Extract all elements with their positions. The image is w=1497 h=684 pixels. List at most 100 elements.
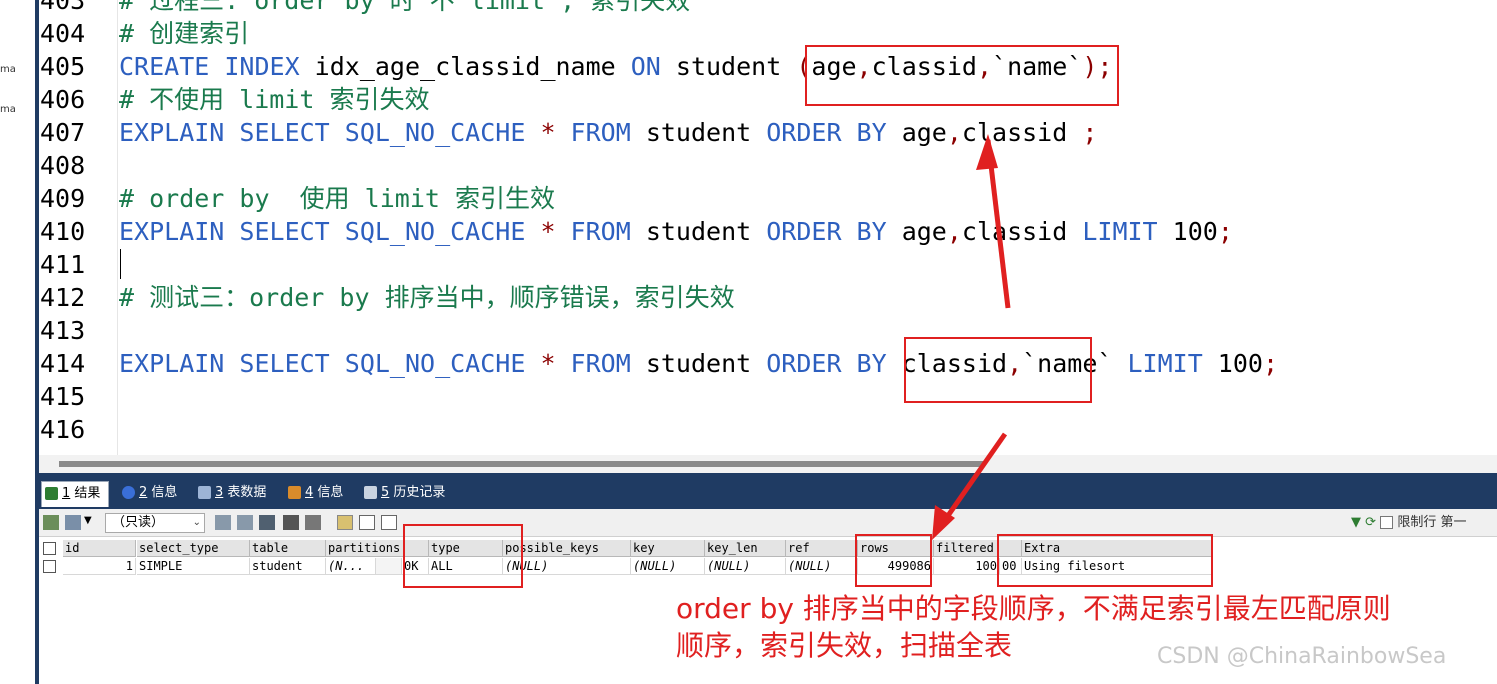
info-chart-icon <box>288 486 301 499</box>
code-token: age <box>901 118 947 147</box>
column-header[interactable]: select_type <box>137 540 250 557</box>
table-cell[interactable]: SIMPLE <box>137 558 250 575</box>
tab-info-2[interactable]: 4 信息 <box>285 481 343 507</box>
table-cell[interactable]: (NULL) <box>631 558 705 575</box>
tab-label: 信息 <box>151 485 178 500</box>
line-number: 408 <box>40 151 86 180</box>
code-text: # 测试三：order by 排序当中，顺序错误，索引失效 <box>119 281 735 314</box>
chevron-down-icon: ⌄ <box>192 517 201 528</box>
code-text: # 过程三: order by 时 不 limit , 索引失效 <box>119 0 690 17</box>
save-icon[interactable] <box>259 515 275 530</box>
tab-history[interactable]: 5 历史记录 <box>361 481 445 507</box>
form-view-icon[interactable] <box>359 515 375 530</box>
code-line[interactable]: 415 <box>39 380 1497 413</box>
add-row-icon[interactable] <box>215 515 231 530</box>
code-line[interactable]: 416 <box>39 413 1497 446</box>
tab-label: 表数据 <box>227 485 267 500</box>
line-number: 404 <box>40 19 86 48</box>
row-checkbox[interactable] <box>43 560 56 573</box>
select-all-checkbox[interactable] <box>43 542 56 555</box>
horizontal-scrollbar[interactable] <box>39 455 1497 473</box>
tab-number: 5 <box>381 485 390 500</box>
code-line[interactable]: 407 EXPLAIN SELECT SQL_NO_CACHE * FROM st… <box>39 116 1497 149</box>
code-text: # 不使用 limit 索引失效 <box>119 83 429 116</box>
code-token: classid <box>961 118 1083 147</box>
code-token: student <box>645 217 767 246</box>
column-header[interactable]: key <box>631 540 705 557</box>
copy-icon[interactable] <box>65 515 81 530</box>
tab-results[interactable]: 1 结果 <box>41 481 110 507</box>
column-header[interactable]: table <box>250 540 326 557</box>
code-line[interactable]: 411 <box>39 248 1497 281</box>
code-text: EXPLAIN SELECT SQL_NO_CACHE * FROM stude… <box>119 215 1233 248</box>
grid-view-icon[interactable] <box>337 515 353 530</box>
result-toolbar: ▼ （只读） ⌄ ▼ ⟳ 限制行 第一 <box>39 509 1497 537</box>
table-cell[interactable]: (NULL) <box>705 558 786 575</box>
code-token: EXPLAIN SELECT SQL_NO_CACHE <box>119 118 541 147</box>
tab-info[interactable]: 2 信息 <box>119 481 177 507</box>
highlight-index-columns <box>805 45 1119 106</box>
code-token: FROM <box>570 349 646 378</box>
scrollbar-thumb[interactable] <box>59 461 984 467</box>
code-token: student <box>645 349 767 378</box>
tab-label: 结果 <box>74 486 101 501</box>
table-cell[interactable]: (NULL) <box>786 558 858 575</box>
code-text: # 创建索引 <box>119 17 249 50</box>
code-line[interactable]: 406 # 不使用 limit 索引失效 <box>39 83 1497 116</box>
mode-value: （只读） <box>112 515 165 530</box>
text-view-icon[interactable] <box>381 515 397 530</box>
column-header[interactable]: ref <box>786 540 858 557</box>
table-cell[interactable]: (N... <box>326 558 376 575</box>
code-token: LIMIT <box>1082 217 1173 246</box>
history-icon <box>364 486 377 499</box>
line-number: 407 <box>40 118 86 147</box>
column-header[interactable]: key_len <box>705 540 786 557</box>
code-token: 100 <box>1217 349 1263 378</box>
line-number: 403 <box>40 0 86 15</box>
code-line[interactable]: 414 EXPLAIN SELECT SQL_NO_CACHE * FROM st… <box>39 347 1497 380</box>
code-token: CREATE INDEX <box>119 52 315 81</box>
delete-icon[interactable] <box>283 515 299 530</box>
filter-icon[interactable]: ▼ <box>1351 515 1361 530</box>
code-line[interactable]: 413 <box>39 314 1497 347</box>
code-line[interactable]: 412 # 测试三：order by 排序当中，顺序错误，索引失效 <box>39 281 1497 314</box>
chevron-down-icon[interactable]: ▼ <box>84 515 92 526</box>
code-token: ORDER BY <box>766 118 902 147</box>
code-text: EXPLAIN SELECT SQL_NO_CACHE * FROM stude… <box>119 116 1097 149</box>
limit-rows-area: ▼ ⟳ 限制行 第一 <box>1351 513 1466 533</box>
sql-editor[interactable]: 403 # 过程三: order by 时 不 limit , 索引失效 404 # … <box>39 0 1497 455</box>
grid-icon <box>45 487 58 500</box>
code-line[interactable]: 404 # 创建索引 <box>39 17 1497 50</box>
text-cursor <box>120 249 121 279</box>
tab-number: 1 <box>62 486 71 501</box>
highlight-extra <box>997 534 1213 587</box>
line-number: 411 <box>40 250 86 279</box>
line-number: 413 <box>40 316 86 345</box>
line-number: 410 <box>40 217 86 246</box>
column-header[interactable]: id <box>63 540 136 557</box>
tab-label: 信息 <box>317 485 344 500</box>
code-token: FROM <box>570 217 646 246</box>
code-line[interactable]: 403 # 过程三: order by 时 不 limit , 索引失效 <box>39 0 1497 17</box>
table-cell[interactable]: 1 <box>63 558 136 575</box>
limit-checkbox[interactable] <box>1380 516 1394 529</box>
code-line[interactable]: 405 CREATE INDEX idx_age_classid_name ON … <box>39 50 1497 83</box>
code-line[interactable]: 409 # order by 使用 limit 索引生效 <box>39 182 1497 215</box>
duplicate-row-icon[interactable] <box>237 515 253 530</box>
code-token: 100 <box>1172 217 1218 246</box>
tab-number: 4 <box>305 485 314 500</box>
export-icon[interactable] <box>43 515 59 530</box>
table-cell[interactable] <box>376 558 402 575</box>
code-line[interactable]: 410 EXPLAIN SELECT SQL_NO_CACHE * FROM st… <box>39 215 1497 248</box>
cancel-icon[interactable] <box>305 515 321 530</box>
table-cell[interactable]: student <box>250 558 326 575</box>
annotation-line-1: order by 排序当中的字段顺序，不满足索引最左匹配原则 <box>676 592 1391 625</box>
code-line[interactable]: 408 <box>39 149 1497 182</box>
code-token: * <box>540 118 571 147</box>
table-cell[interactable]: 100 <box>934 558 1000 575</box>
code-text: EXPLAIN SELECT SQL_NO_CACHE * FROM stude… <box>119 347 1278 380</box>
result-mode-select[interactable]: （只读） ⌄ <box>105 513 205 533</box>
limit-label: 限制行 第一 <box>1397 515 1467 530</box>
refresh-icon[interactable]: ⟳ <box>1365 515 1376 530</box>
tab-table-data[interactable]: 3 表数据 <box>195 481 266 507</box>
